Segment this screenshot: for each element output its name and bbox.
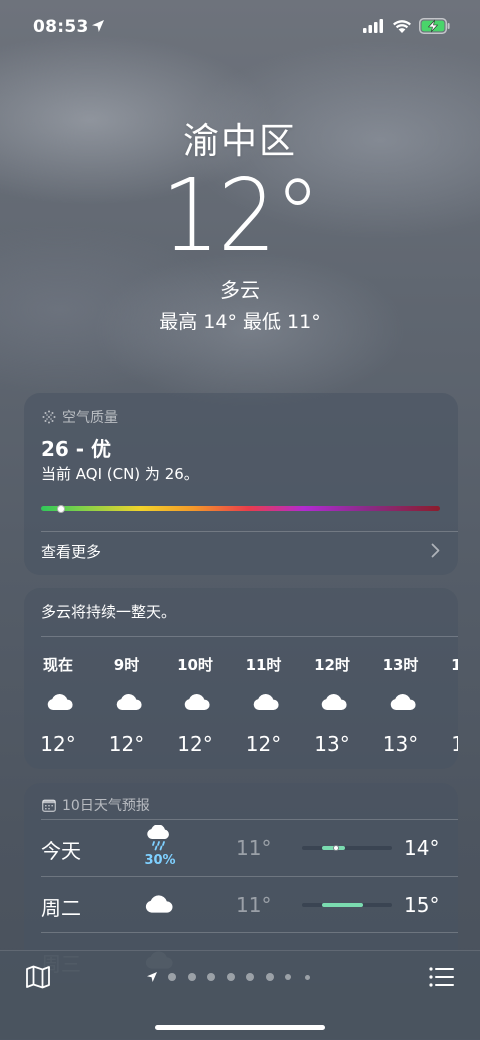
air-quality-icon xyxy=(42,410,56,424)
page-dot[interactable] xyxy=(285,974,291,980)
aqi-see-more-link[interactable]: 查看更多 xyxy=(41,541,101,562)
hourly-summary: 多云将持续一整天。 xyxy=(41,603,177,621)
air-quality-card[interactable]: 空气质量 26 - 优 当前 AQI (CN) 为 26。 查看更多 xyxy=(24,393,458,575)
day-high-temp: 15° xyxy=(404,892,440,917)
aqi-description: 当前 AQI (CN) 为 26。 xyxy=(41,465,199,483)
calendar-icon xyxy=(42,799,56,812)
daily-divider xyxy=(41,932,458,933)
wifi-icon xyxy=(393,20,411,33)
page-dot[interactable] xyxy=(207,973,215,981)
temperature-range-bar xyxy=(302,902,392,907)
city-list-icon[interactable] xyxy=(429,967,455,987)
map-icon[interactable] xyxy=(25,965,51,989)
battery-charging-icon xyxy=(419,18,450,34)
hour-temperature: 13° xyxy=(451,732,458,756)
day-low-temp: 11° xyxy=(236,836,272,860)
status-bar: 08:53 xyxy=(0,0,480,54)
hour-temperature: 12° xyxy=(245,732,282,756)
hour-label: 现在 xyxy=(42,656,73,674)
current-temperature: 12° xyxy=(161,157,320,274)
hourly-divider xyxy=(41,636,458,637)
page-dot[interactable] xyxy=(226,973,235,981)
current-weather-header: 渝中区 12° 多云 最高 14° 最低 11° xyxy=(0,112,480,334)
cloud-icon xyxy=(457,692,458,712)
hour-label: 9时 xyxy=(113,656,140,674)
day-name: 今天 xyxy=(41,839,81,863)
page-dot[interactable] xyxy=(304,975,310,980)
cloud-icon xyxy=(253,693,279,710)
daily-divider xyxy=(41,875,458,877)
ten-day-heading: 10日天气预报 xyxy=(42,795,150,815)
bottom-toolbar xyxy=(0,950,480,1040)
cloud-icon xyxy=(390,693,416,710)
aqi-scale-bar xyxy=(41,504,440,513)
page-dot[interactable] xyxy=(168,973,176,981)
page-dot[interactable] xyxy=(246,973,254,981)
aqi-indicator-dot xyxy=(56,504,65,513)
cloud-icon xyxy=(47,693,73,710)
cloud-rain-icon xyxy=(147,824,169,851)
daily-row[interactable]: 今天 30% 11° 14° xyxy=(24,819,458,875)
aqi-divider xyxy=(41,531,458,532)
temperature-range-fill xyxy=(322,902,363,907)
ten-day-heading-label: 10日天气预报 xyxy=(62,798,150,814)
hourly-scroll-list[interactable]: 现在 12° 9时 12° 10时 12° 11时 12° 12时 13° 13时 13° 14时 13° xyxy=(24,654,458,764)
hour-label: 12时 xyxy=(314,656,350,674)
hourly-forecast-card[interactable]: 多云将持续一整天。 现在 12° 9时 12° 10时 12° 11时 12° 12时 13° 13… xyxy=(24,588,458,769)
status-time: 08:53 xyxy=(33,17,89,37)
hour-label: 14时 xyxy=(451,656,458,674)
cloud-icon xyxy=(184,693,210,710)
hour-temperature: 12° xyxy=(108,732,145,756)
temperature-range-bar xyxy=(302,845,392,851)
high-low-temperature: 最高 14° 最低 11° xyxy=(159,311,321,333)
cloud-icon xyxy=(321,693,347,710)
hour-label: 13时 xyxy=(382,656,419,674)
current-condition: 多云 xyxy=(220,278,260,302)
current-location-arrow-icon xyxy=(147,972,157,982)
aqi-value: 26 - 优 xyxy=(41,437,112,461)
daily-row[interactable]: 周二 11° 15° xyxy=(24,875,458,932)
precipitation-chance: 30% xyxy=(144,853,176,868)
cloud-icon xyxy=(116,693,142,710)
cloud-icon xyxy=(145,894,173,913)
day-low-temp: 11° xyxy=(236,892,272,917)
day-high-temp: 14° xyxy=(404,836,440,860)
day-name: 周二 xyxy=(41,895,81,920)
location-arrow-icon xyxy=(92,20,104,32)
hour-temperature: 12° xyxy=(40,732,76,756)
hour-temperature: 12° xyxy=(177,732,213,756)
air-quality-heading-label: 空气质量 xyxy=(62,410,118,426)
hour-temperature: 13° xyxy=(382,732,419,756)
home-indicator[interactable] xyxy=(155,1025,325,1030)
current-temp-marker xyxy=(332,845,339,851)
hour-label: 11时 xyxy=(245,656,282,674)
chevron-right-icon[interactable] xyxy=(431,543,440,558)
daily-divider xyxy=(41,819,458,820)
page-dot[interactable] xyxy=(265,973,274,981)
hour-temperature: 13° xyxy=(314,732,350,756)
hour-label: 10时 xyxy=(177,656,213,674)
page-dot[interactable] xyxy=(187,973,196,981)
air-quality-heading: 空气质量 xyxy=(42,407,118,427)
cellular-signal-icon xyxy=(363,19,383,33)
